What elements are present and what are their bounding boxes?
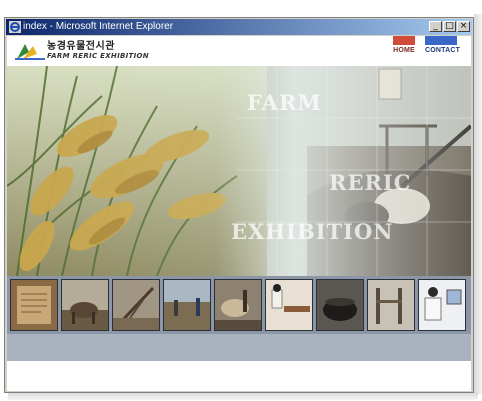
logo-korean-text[interactable]: 농경유물전시관 <box>47 41 115 52</box>
ox-plow-icon <box>215 280 261 330</box>
title-bar[interactable]: index - Microsoft Internet Explorer _ □ … <box>6 19 472 35</box>
hero-word-farm: FARM <box>247 90 322 115</box>
cooking-pot-icon <box>317 280 363 330</box>
contact-color-bar <box>425 36 457 45</box>
home-color-bar <box>393 36 415 45</box>
thumb-field[interactable] <box>163 279 211 331</box>
field-people-icon <box>164 280 210 330</box>
browser-window: index - Microsoft Internet Explorer _ □ … <box>4 17 474 393</box>
hero-banner: FARM RERIC EXHIBITION <box>7 66 471 276</box>
page-shadow-right <box>474 14 482 394</box>
page-blank-area <box>7 361 471 391</box>
page-shadow-bottom <box>8 392 478 400</box>
logo-mark-icon[interactable] <box>15 42 47 60</box>
thumb-loom[interactable] <box>367 279 415 331</box>
thumb-pot[interactable] <box>316 279 364 331</box>
thumb-ox-plow[interactable] <box>214 279 262 331</box>
site-header: 농경유물전시관 FARM RERIC EXHIBITION HOME CONTA… <box>7 36 471 66</box>
old-document-icon <box>11 280 57 330</box>
thumb-tools[interactable] <box>112 279 160 331</box>
nav-home-link[interactable]: HOME <box>393 36 415 55</box>
farm-tool-icon <box>113 280 159 330</box>
thumb-document[interactable] <box>10 279 58 331</box>
nav-home-label: HOME <box>393 47 415 54</box>
computer-user-icon <box>419 280 465 330</box>
thumbnail-strip <box>7 276 471 334</box>
hero-word-exhibition: EXHIBITION <box>231 219 394 244</box>
page-content: 농경유물전시관 FARM RERIC EXHIBITION HOME CONTA… <box>7 36 471 391</box>
loom-icon <box>368 280 414 330</box>
ie-icon <box>9 21 21 33</box>
nav-contact-label: CONTACT <box>425 47 461 54</box>
window-title: index - Microsoft Internet Explorer <box>23 21 174 32</box>
hero-word-reric: RERIC <box>329 170 412 195</box>
nav-contact-link[interactable]: CONTACT <box>425 36 461 55</box>
close-button[interactable]: × <box>457 21 470 32</box>
cattle-icon <box>62 280 108 330</box>
window-controls: _ □ × <box>429 21 470 32</box>
minimize-button[interactable]: _ <box>429 21 442 32</box>
footer-band <box>7 334 471 361</box>
thumb-weaving[interactable] <box>265 279 313 331</box>
maximize-button[interactable]: □ <box>443 21 456 32</box>
weaving-icon <box>266 280 312 330</box>
thumb-cattle[interactable] <box>61 279 109 331</box>
logo-english-text[interactable]: FARM RERIC EXHIBITION <box>47 52 149 60</box>
thumb-computer[interactable] <box>418 279 466 331</box>
